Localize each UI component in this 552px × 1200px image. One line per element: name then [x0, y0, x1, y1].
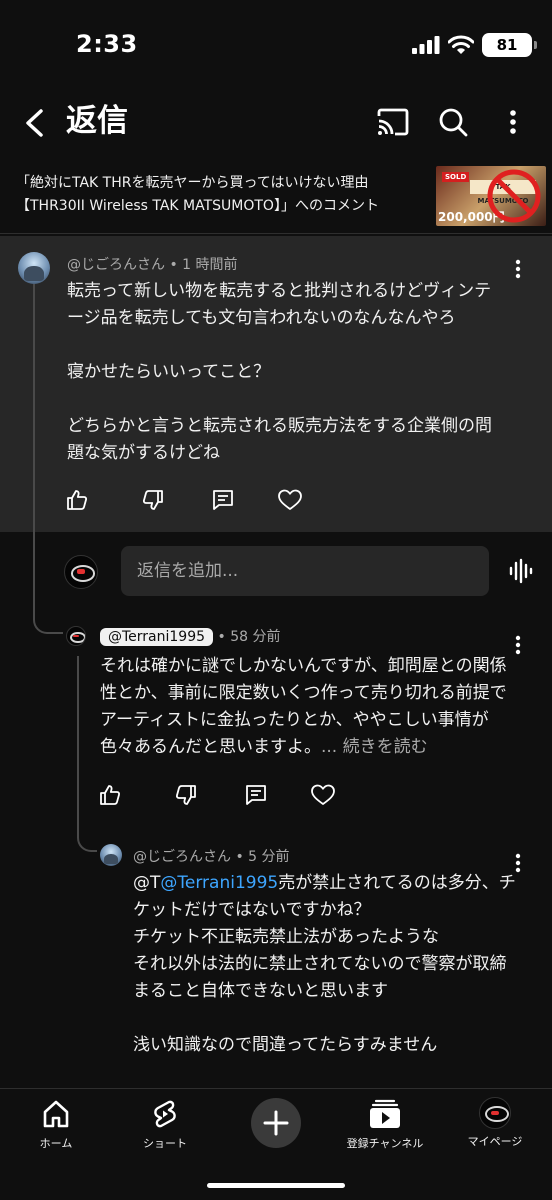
home-indicator — [207, 1183, 345, 1188]
video-title-line-2: 【THR30II Wireless TAK MATSUMOTO】」へのコメント — [16, 198, 379, 214]
video-title-line-1: 「絶対にTAK THRを転売ヤーから買ってはいけない理由 — [16, 175, 369, 191]
comment-time: 1 時間前 — [182, 257, 238, 273]
meta-separator: • — [235, 849, 249, 865]
shorts-icon — [154, 1100, 176, 1128]
cast-icon — [377, 108, 409, 136]
like-button[interactable] — [59, 482, 95, 518]
comment-paragraph — [133, 1005, 518, 1032]
parent-comment: @じごろんさん • 1 時間前 転売って新しい物を転売すると批判されるけどヴィン… — [0, 236, 552, 532]
avatar[interactable] — [18, 252, 50, 284]
like-button[interactable] — [92, 777, 128, 813]
home-icon — [43, 1100, 69, 1128]
nav-label: 登録チャンネル — [346, 1137, 424, 1150]
comment-more-button[interactable] — [506, 254, 530, 284]
comment-meta: @じごろんさん • 5 分前 — [133, 846, 290, 866]
battery-indicator: 81 — [482, 33, 537, 57]
comment-body: それは確かに謎でしかないんですが、卸問屋との関係性とか、事前に限定数いくつ作って… — [100, 653, 515, 761]
comment-body: 転売って新しい物を転売すると批判されるけどヴィンテージ品を転売しても文句言われな… — [67, 278, 507, 467]
heart-button[interactable] — [305, 777, 341, 813]
reply-icon — [213, 490, 233, 510]
avatar[interactable] — [100, 844, 122, 866]
comment-author-chip[interactable]: @Terrani1995 — [100, 628, 214, 646]
comment-first-paragraph: @T@Terrani1995売が禁止されてるのは多分、チケットだけではないですか… — [133, 870, 518, 924]
reply-input[interactable]: 返信を追加... — [121, 546, 489, 596]
more-button[interactable] — [490, 98, 536, 146]
reply-button[interactable] — [238, 777, 274, 813]
page-title: 返信 — [66, 103, 128, 139]
search-icon — [439, 108, 468, 137]
heart-button[interactable] — [272, 482, 308, 518]
comment-paragraph: 転売って新しい物を転売すると批判されるけどヴィンテージ品を転売しても文句言われな… — [67, 281, 492, 328]
header: 返信 — [0, 90, 552, 156]
thumbnail-sold-tag: SOLD — [442, 172, 470, 182]
back-arrow-icon — [26, 109, 43, 137]
meta-separator: • — [217, 629, 231, 645]
comment-time: 5 分前 — [248, 849, 290, 865]
voice-input-button[interactable] — [503, 553, 539, 589]
dislike-icon — [142, 490, 163, 510]
comment-author[interactable]: @じごろんさん — [67, 257, 165, 273]
comment-paragraph — [67, 332, 507, 359]
dislike-button[interactable] — [168, 777, 204, 813]
status-icons: 81 — [412, 33, 537, 57]
nav-shorts[interactable]: ショート — [130, 1099, 200, 1171]
reply-icon — [246, 785, 266, 805]
video-reference[interactable]: 「絶対にTAK THRを転売ヤーから買ってはいけない理由 【THR30II Wi… — [0, 158, 552, 234]
heart-icon — [278, 489, 302, 510]
dislike-icon — [175, 785, 196, 805]
reply-button[interactable] — [205, 482, 241, 518]
comment-paragraph: 浅い知識なので間違ってたらすみません — [133, 1035, 438, 1055]
signal-icon — [412, 36, 440, 54]
wifi-icon — [448, 35, 474, 54]
nav-label: ホーム — [39, 1137, 73, 1150]
like-icon — [100, 785, 121, 805]
nav-subscriptions[interactable]: 登録チャンネル — [330, 1099, 440, 1171]
comment-paragraph: どちらかと言うと転売される販売方法をする企業側の問題な気がするけどね — [67, 416, 492, 463]
comment-meta: @じごろんさん • 1 時間前 — [67, 254, 238, 274]
comment-body: @T@Terrani1995売が禁止されてるのは多分、チケットだけではないですか… — [133, 870, 518, 1059]
mention-link[interactable]: @Terrani1995 — [160, 873, 278, 893]
plus-icon — [263, 1110, 289, 1136]
like-icon — [67, 490, 88, 510]
nav-you[interactable]: マイページ — [460, 1097, 530, 1169]
comment-text: @T — [133, 873, 161, 893]
more-vert-icon — [515, 259, 521, 279]
comment-paragraph: それ以外は法的に禁止されてないので警察が取締まること自体できないと思います — [133, 954, 507, 1001]
subscriptions-icon — [370, 1099, 400, 1128]
voice-icon — [509, 558, 533, 584]
create-button[interactable] — [251, 1098, 301, 1148]
nav-home[interactable]: ホーム — [22, 1099, 90, 1171]
current-user-avatar[interactable] — [64, 555, 98, 589]
comment-author[interactable]: @じごろんさん — [133, 849, 231, 865]
comment-paragraph — [67, 386, 507, 413]
avatar[interactable] — [66, 626, 86, 646]
comment-time: 58 分前 — [230, 629, 281, 645]
heart-icon — [311, 784, 335, 805]
dislike-button[interactable] — [135, 482, 171, 518]
comment-paragraph: 寝かせたらいいってこと？ — [67, 362, 271, 382]
thread-line — [33, 284, 63, 634]
read-more-link[interactable]: ... 続きを読む — [321, 737, 428, 757]
prohibited-icon — [487, 169, 541, 223]
status-bar: 2:33 81 — [0, 0, 552, 90]
comment-text: それは確かに謎でしかないんですが、卸問屋との関係性とか、事前に限定数いくつ作って… — [100, 656, 507, 757]
thread-line — [77, 656, 97, 852]
video-title: 「絶対にTAK THRを転売ヤーから買ってはいけない理由 【THR30II Wi… — [16, 172, 426, 218]
video-thumbnail[interactable]: SOLD TAK MATSUMOTO 200,000円 — [436, 166, 546, 226]
comment-paragraph: チケット不正転売禁止法があったような — [133, 927, 439, 947]
more-vert-icon — [515, 635, 521, 655]
back-button[interactable] — [14, 99, 54, 147]
nav-label: ショート — [143, 1137, 187, 1150]
status-time: 2:33 — [76, 30, 138, 58]
comment-meta: @Terrani1995 • 58 分前 — [100, 626, 280, 646]
meta-separator: • — [169, 257, 183, 273]
search-button[interactable] — [430, 98, 476, 146]
cast-button[interactable] — [370, 98, 416, 146]
more-vert-icon — [510, 110, 516, 134]
profile-avatar — [479, 1097, 511, 1129]
nav-label: マイページ — [467, 1135, 523, 1148]
